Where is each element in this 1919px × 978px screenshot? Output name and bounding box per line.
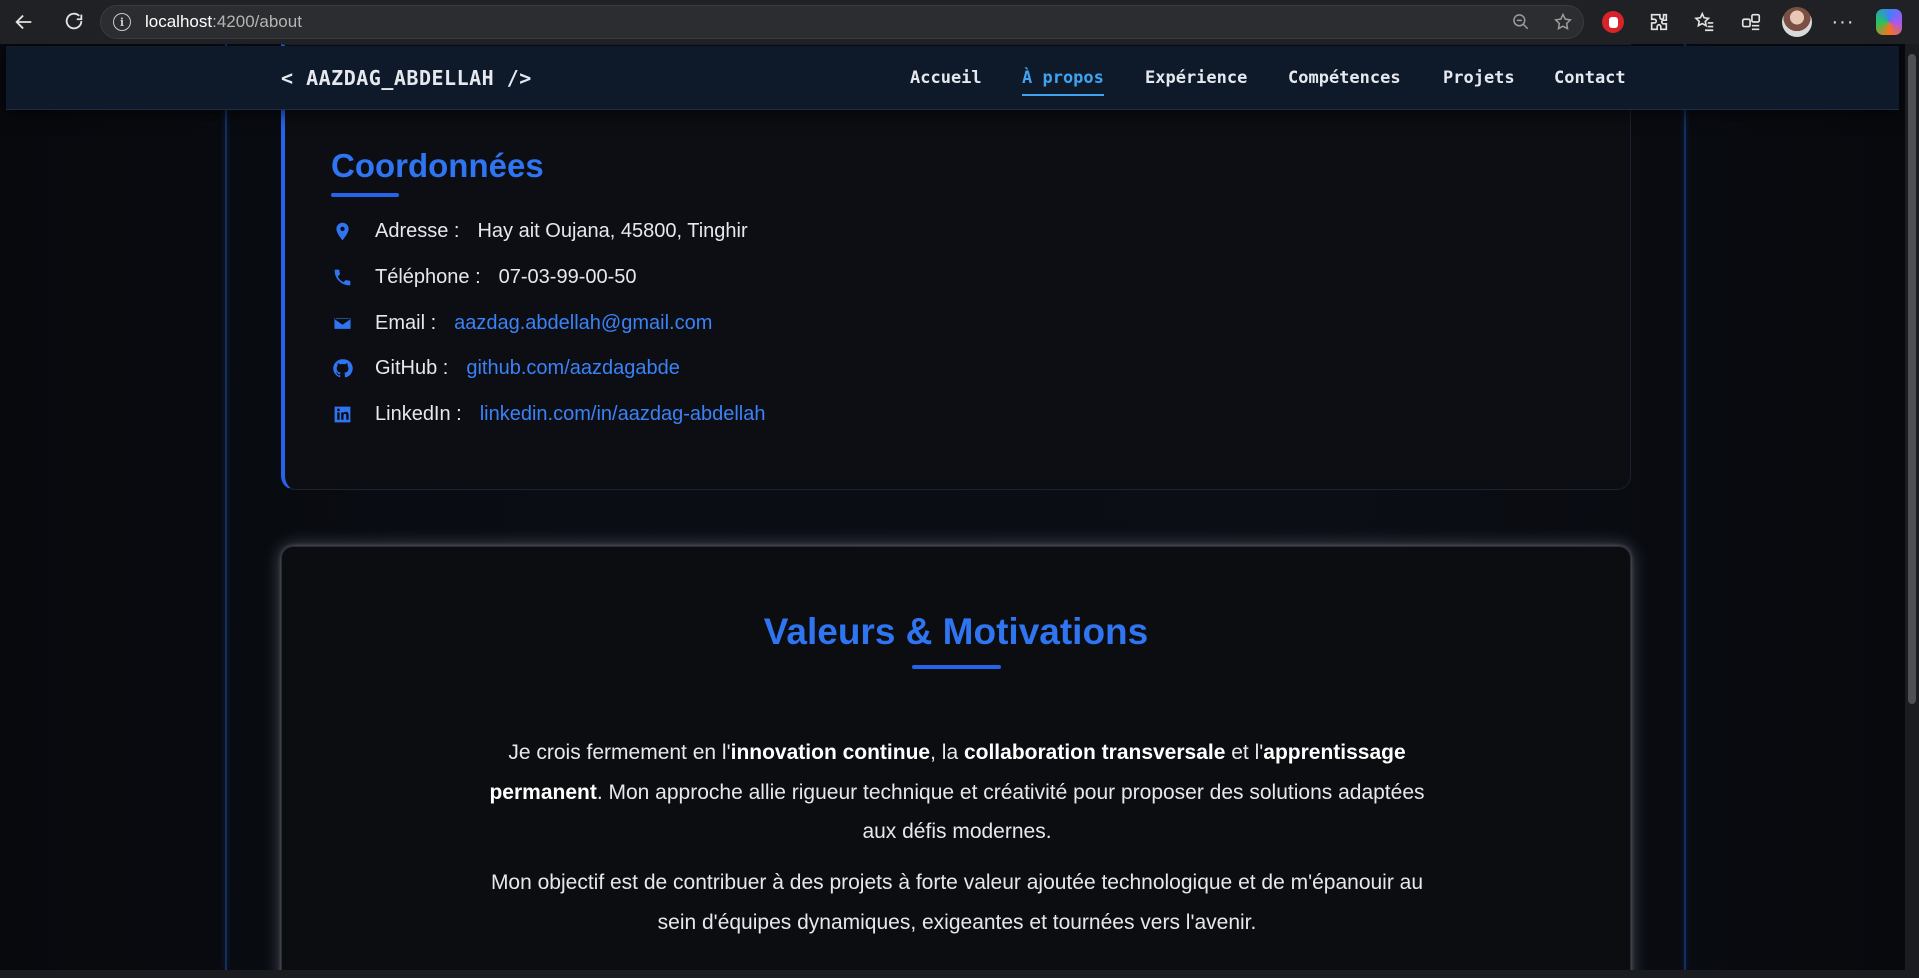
contact-row-github: GitHub : github.com/aazdagabde (331, 354, 680, 382)
contact-card: Coordonnées Adresse : Hay ait Oujana, 45… (281, 44, 1631, 490)
github-label: GitHub : (375, 356, 449, 379)
extensions-puzzle-icon[interactable] (1643, 6, 1675, 38)
back-icon[interactable] (6, 4, 42, 40)
values-p1-text-4: . Mon approche allie rigueur technique e… (596, 780, 1425, 844)
values-card: Valeurs & Motivations Je crois fermement… (281, 546, 1631, 970)
email-label: Email : (375, 311, 437, 334)
reload-icon[interactable] (56, 4, 92, 40)
nav-competences[interactable]: Compétences (1288, 68, 1401, 88)
phone-icon (331, 266, 353, 288)
right-divider-line (1684, 44, 1686, 970)
page-viewport: Coordonnées Adresse : Hay ait Oujana, 45… (0, 44, 1905, 970)
url-text[interactable]: localhost:4200/about (145, 12, 302, 32)
contact-title-underline (331, 193, 399, 197)
scrollbar-thumb[interactable] (1908, 54, 1916, 704)
values-paragraph-1: Je crois fermement en l'innovation conti… (482, 733, 1432, 852)
contact-row-linkedin: LinkedIn : linkedin.com/in/aazdag-abdell… (331, 400, 765, 428)
contact-row-phone: Téléphone : 07-03-99-00-50 (331, 263, 637, 291)
values-paragraph-2: Mon objectif est de contribuer à des pro… (490, 871, 1424, 934)
address-bar[interactable]: i localhost:4200/about (100, 5, 1584, 39)
address-value: Hay ait Oujana, 45800, Tinghir (477, 219, 748, 242)
left-divider-line (225, 44, 227, 970)
favorites-list-icon[interactable] (1689, 6, 1721, 38)
zoom-out-icon[interactable] (1511, 12, 1531, 32)
browser-toolbar: i localhost:4200/about ··· (0, 0, 1919, 44)
avatar[interactable] (1781, 6, 1813, 38)
values-title-underline (912, 665, 1001, 669)
main-nav: Accueil À propos Expérience Compétences … (6, 68, 1899, 108)
linkedin-link[interactable]: linkedin.com/in/aazdag-abdellah (480, 403, 766, 426)
nav-experience[interactable]: Expérience (1145, 68, 1247, 88)
favorite-star-icon[interactable] (1553, 12, 1573, 32)
values-p1-text-3: et l' (1225, 741, 1264, 764)
site-header: < AAZDAG_ABDELLAH /> Accueil À propos Ex… (6, 46, 1899, 110)
map-pin-icon (331, 220, 353, 242)
nav-contact[interactable]: Contact (1554, 68, 1626, 88)
github-link[interactable]: github.com/aazdagabde (466, 357, 680, 380)
values-title: Valeurs & Motivations (763, 611, 1149, 652)
url-path: :4200/about (212, 12, 302, 31)
values-p1-bold-2: collaboration transversale (963, 741, 1226, 764)
nav-projets[interactable]: Projets (1443, 68, 1515, 88)
phone-label: Téléphone : (375, 265, 481, 288)
phone-value: 07-03-99-00-50 (498, 265, 637, 288)
contact-row-email: Email : aazdag.abdellah@gmail.com (331, 309, 712, 337)
copilot-icon[interactable] (1873, 6, 1905, 38)
values-p1-bold-1: innovation continue (730, 741, 931, 764)
url-host: localhost (145, 12, 213, 31)
more-menu-icon[interactable]: ··· (1827, 6, 1859, 38)
values-p1-text-2: , la (930, 741, 964, 764)
values-p1-text-1: Je crois fermement en l' (508, 741, 731, 764)
envelope-icon (331, 312, 353, 334)
contact-title: Coordonnées (331, 147, 544, 184)
linkedin-icon (331, 403, 353, 425)
linkedin-label: LinkedIn : (375, 402, 462, 425)
adblock-extension-icon[interactable] (1597, 6, 1629, 38)
window-bottom-edge (0, 970, 1919, 978)
email-link[interactable]: aazdag.abdellah@gmail.com (454, 312, 712, 335)
github-icon (331, 357, 353, 379)
nav-a-propos[interactable]: À propos (1022, 68, 1104, 96)
site-info-icon[interactable]: i (113, 13, 131, 31)
address-label: Adresse : (375, 219, 460, 242)
contact-row-address: Adresse : Hay ait Oujana, 45800, Tinghir (331, 217, 748, 245)
collections-icon[interactable] (1735, 6, 1767, 38)
nav-accueil[interactable]: Accueil (910, 68, 982, 88)
